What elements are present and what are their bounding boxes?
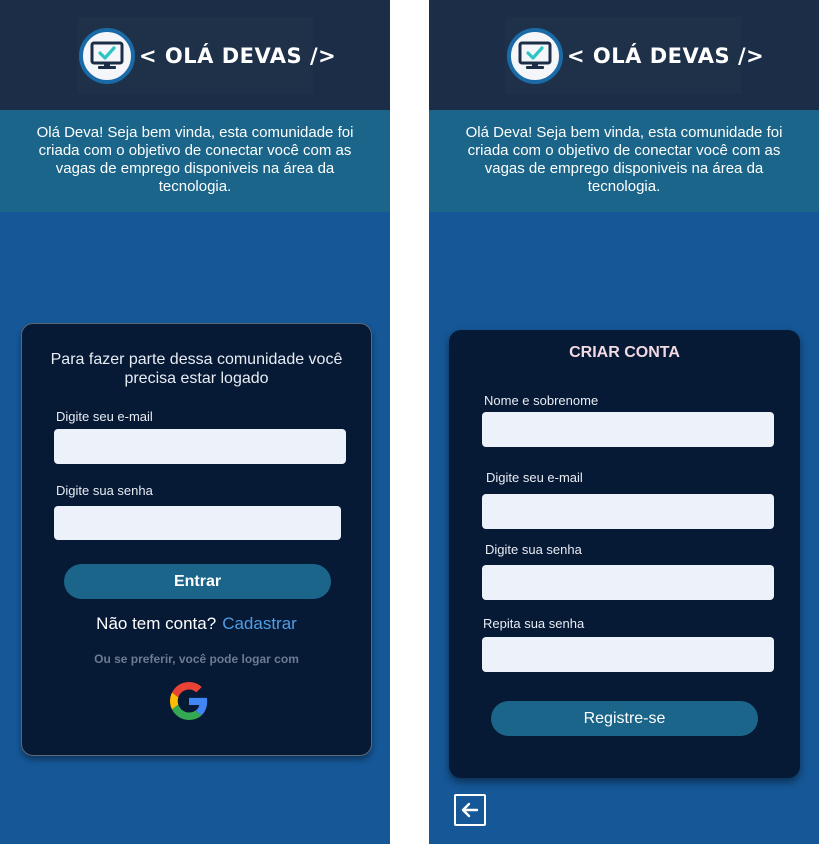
password-input[interactable] <box>482 565 774 600</box>
no-account-text: Não tem conta? <box>96 614 217 633</box>
intro-text: Olá Deva! Seja bem vinda, esta comunidad… <box>429 110 819 212</box>
header: < OLÁ DEVAS /> <box>0 0 390 110</box>
login-screen: < OLÁ DEVAS /> Olá Deva! Seja bem vinda,… <box>0 0 390 844</box>
brand-name: < OLÁ DEVAS /> <box>567 43 765 68</box>
header: < OLÁ DEVAS /> <box>429 0 819 110</box>
signup-card: CRIAR CONTA Nome e sobrenome Digite seu … <box>449 330 800 778</box>
password-input[interactable] <box>54 506 341 540</box>
email-input[interactable] <box>54 429 346 464</box>
email-label: Digite seu e-mail <box>56 409 153 424</box>
arrow-left-icon <box>461 802 479 818</box>
signup-screen: < OLÁ DEVAS /> Olá Deva! Seja bem vinda,… <box>429 0 819 844</box>
email-label: Digite seu e-mail <box>486 470 583 485</box>
login-button[interactable]: Entrar <box>64 564 331 599</box>
intro-text: Olá Deva! Seja bem vinda, esta comunidad… <box>0 110 390 212</box>
register-link[interactable]: Cadastrar <box>222 614 297 633</box>
alt-login-text: Ou se preferir, você pode logar com <box>94 652 299 666</box>
email-input[interactable] <box>482 494 774 529</box>
register-button[interactable]: Registre-se <box>491 701 758 736</box>
brand-logo: < OLÁ DEVAS /> <box>505 17 764 94</box>
brand-name: < OLÁ DEVAS /> <box>139 43 337 68</box>
login-card: Para fazer parte dessa comunidade você p… <box>21 323 372 756</box>
repeat-password-label: Repita sua senha <box>483 616 585 631</box>
monitor-check-icon <box>79 27 135 84</box>
signup-prompt: Não tem conta? Cadastrar <box>22 614 371 634</box>
monitor-check-icon <box>507 27 563 84</box>
signup-title: CRIAR CONTA <box>569 344 680 361</box>
name-input[interactable] <box>482 412 774 447</box>
repeat-password-input[interactable] <box>482 637 774 672</box>
password-label: Digite sua senha <box>485 542 582 557</box>
login-message: Para fazer parte dessa comunidade você p… <box>50 351 343 387</box>
name-label: Nome e sobrenome <box>484 393 599 408</box>
google-icon[interactable] <box>170 682 208 720</box>
back-button[interactable] <box>454 794 486 826</box>
password-label: Digite sua senha <box>56 483 153 498</box>
brand-logo: < OLÁ DEVAS /> <box>77 17 336 94</box>
